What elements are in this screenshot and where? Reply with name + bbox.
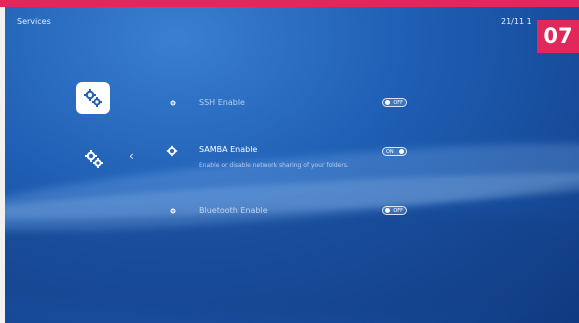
page-title: Services [17, 17, 51, 26]
bluetooth-enable-label[interactable]: Bluetooth Enable [199, 206, 268, 215]
toggle-state: OFF [393, 99, 403, 106]
ssh-enable-toggle[interactable]: OFF [382, 98, 407, 107]
toggle-knob [385, 208, 390, 213]
ssh-enable-label[interactable]: SSH Enable [199, 98, 245, 107]
category-services-selected[interactable] [76, 82, 110, 114]
step-number-badge: 07 [537, 20, 579, 53]
chevron-left-icon[interactable]: ‹ [129, 149, 134, 163]
gear-icon [167, 97, 179, 109]
top-accent-bar [0, 0, 579, 7]
toggle-knob [385, 100, 390, 105]
toggle-state: ON [386, 148, 394, 155]
gears-icon [85, 150, 103, 168]
gears-icon [84, 89, 102, 107]
gear-icon [165, 144, 179, 158]
samba-enable-label[interactable]: SAMBA Enable [199, 145, 257, 154]
samba-enable-toggle[interactable]: ON [382, 147, 407, 156]
category-services[interactable] [81, 147, 107, 171]
samba-enable-description: Enable or disable network sharing of you… [199, 162, 349, 169]
services-screen: Services 21/11 1 ‹ SSH Enable OFF SAMBA … [5, 7, 579, 323]
gear-icon [167, 205, 179, 217]
date-readout: 21/11 1 [501, 17, 532, 26]
toggle-state: OFF [393, 207, 403, 214]
toggle-knob [399, 149, 404, 154]
bluetooth-enable-toggle[interactable]: OFF [382, 206, 407, 215]
